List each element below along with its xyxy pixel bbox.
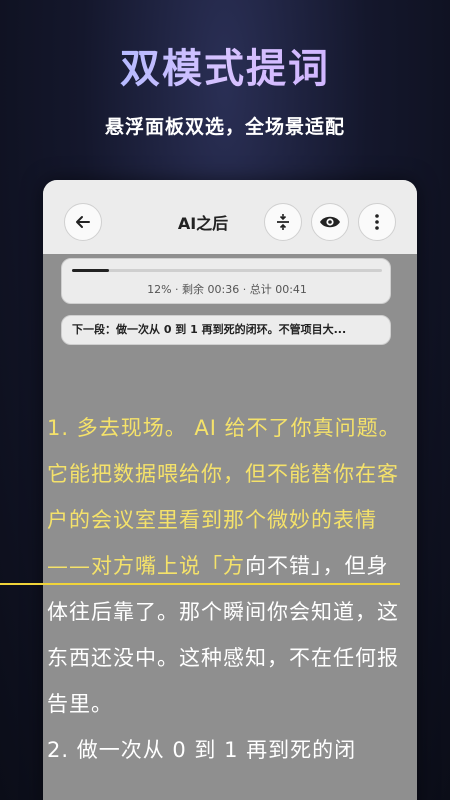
progress-text: 12% · 剩余 00:36 · 总计 00:41 — [147, 283, 307, 296]
fold-button[interactable] — [264, 203, 302, 241]
reading-line — [0, 583, 400, 585]
prompter-screen: AI之后 12% · 剩余 00:36 · 总计 00:41 下一段：做一次从 … — [43, 180, 417, 800]
fold-icon — [277, 214, 289, 230]
progress-track[interactable] — [72, 269, 382, 272]
progress-fill — [72, 269, 110, 272]
back-button[interactable] — [64, 203, 102, 241]
script-text: 1. 多去现场。 AI 给不了你真问题。它能把数据喂给你，但不能替你在客户的会议… — [47, 405, 403, 773]
hero-subtitle: 悬浮面板双选，全场景适配 — [104, 116, 345, 138]
next-segment-preview[interactable]: 下一段：做一次从 0 到 1 再到死的闭环。不管项目大... — [61, 315, 391, 345]
back-arrow-icon — [76, 216, 90, 228]
hero-title: 双模式提词 — [0, 36, 450, 94]
remaining-segment: 向不错」，但身体往后靠了。那个瞬间你会知道，这东西还没中。这种感知，不在任何报告… — [47, 554, 399, 716]
document-title: AI之后 — [177, 214, 229, 233]
top-bar: AI之后 — [43, 180, 417, 254]
next-segment: 2. 做一次从 0 到 1 再到死的闭 — [47, 738, 357, 762]
visibility-button[interactable] — [311, 203, 349, 241]
more-button[interactable] — [358, 203, 396, 241]
progress-card: 12% · 剩余 00:36 · 总计 00:41 — [61, 258, 391, 304]
eye-icon — [320, 216, 340, 228]
more-vertical-icon — [375, 214, 379, 230]
